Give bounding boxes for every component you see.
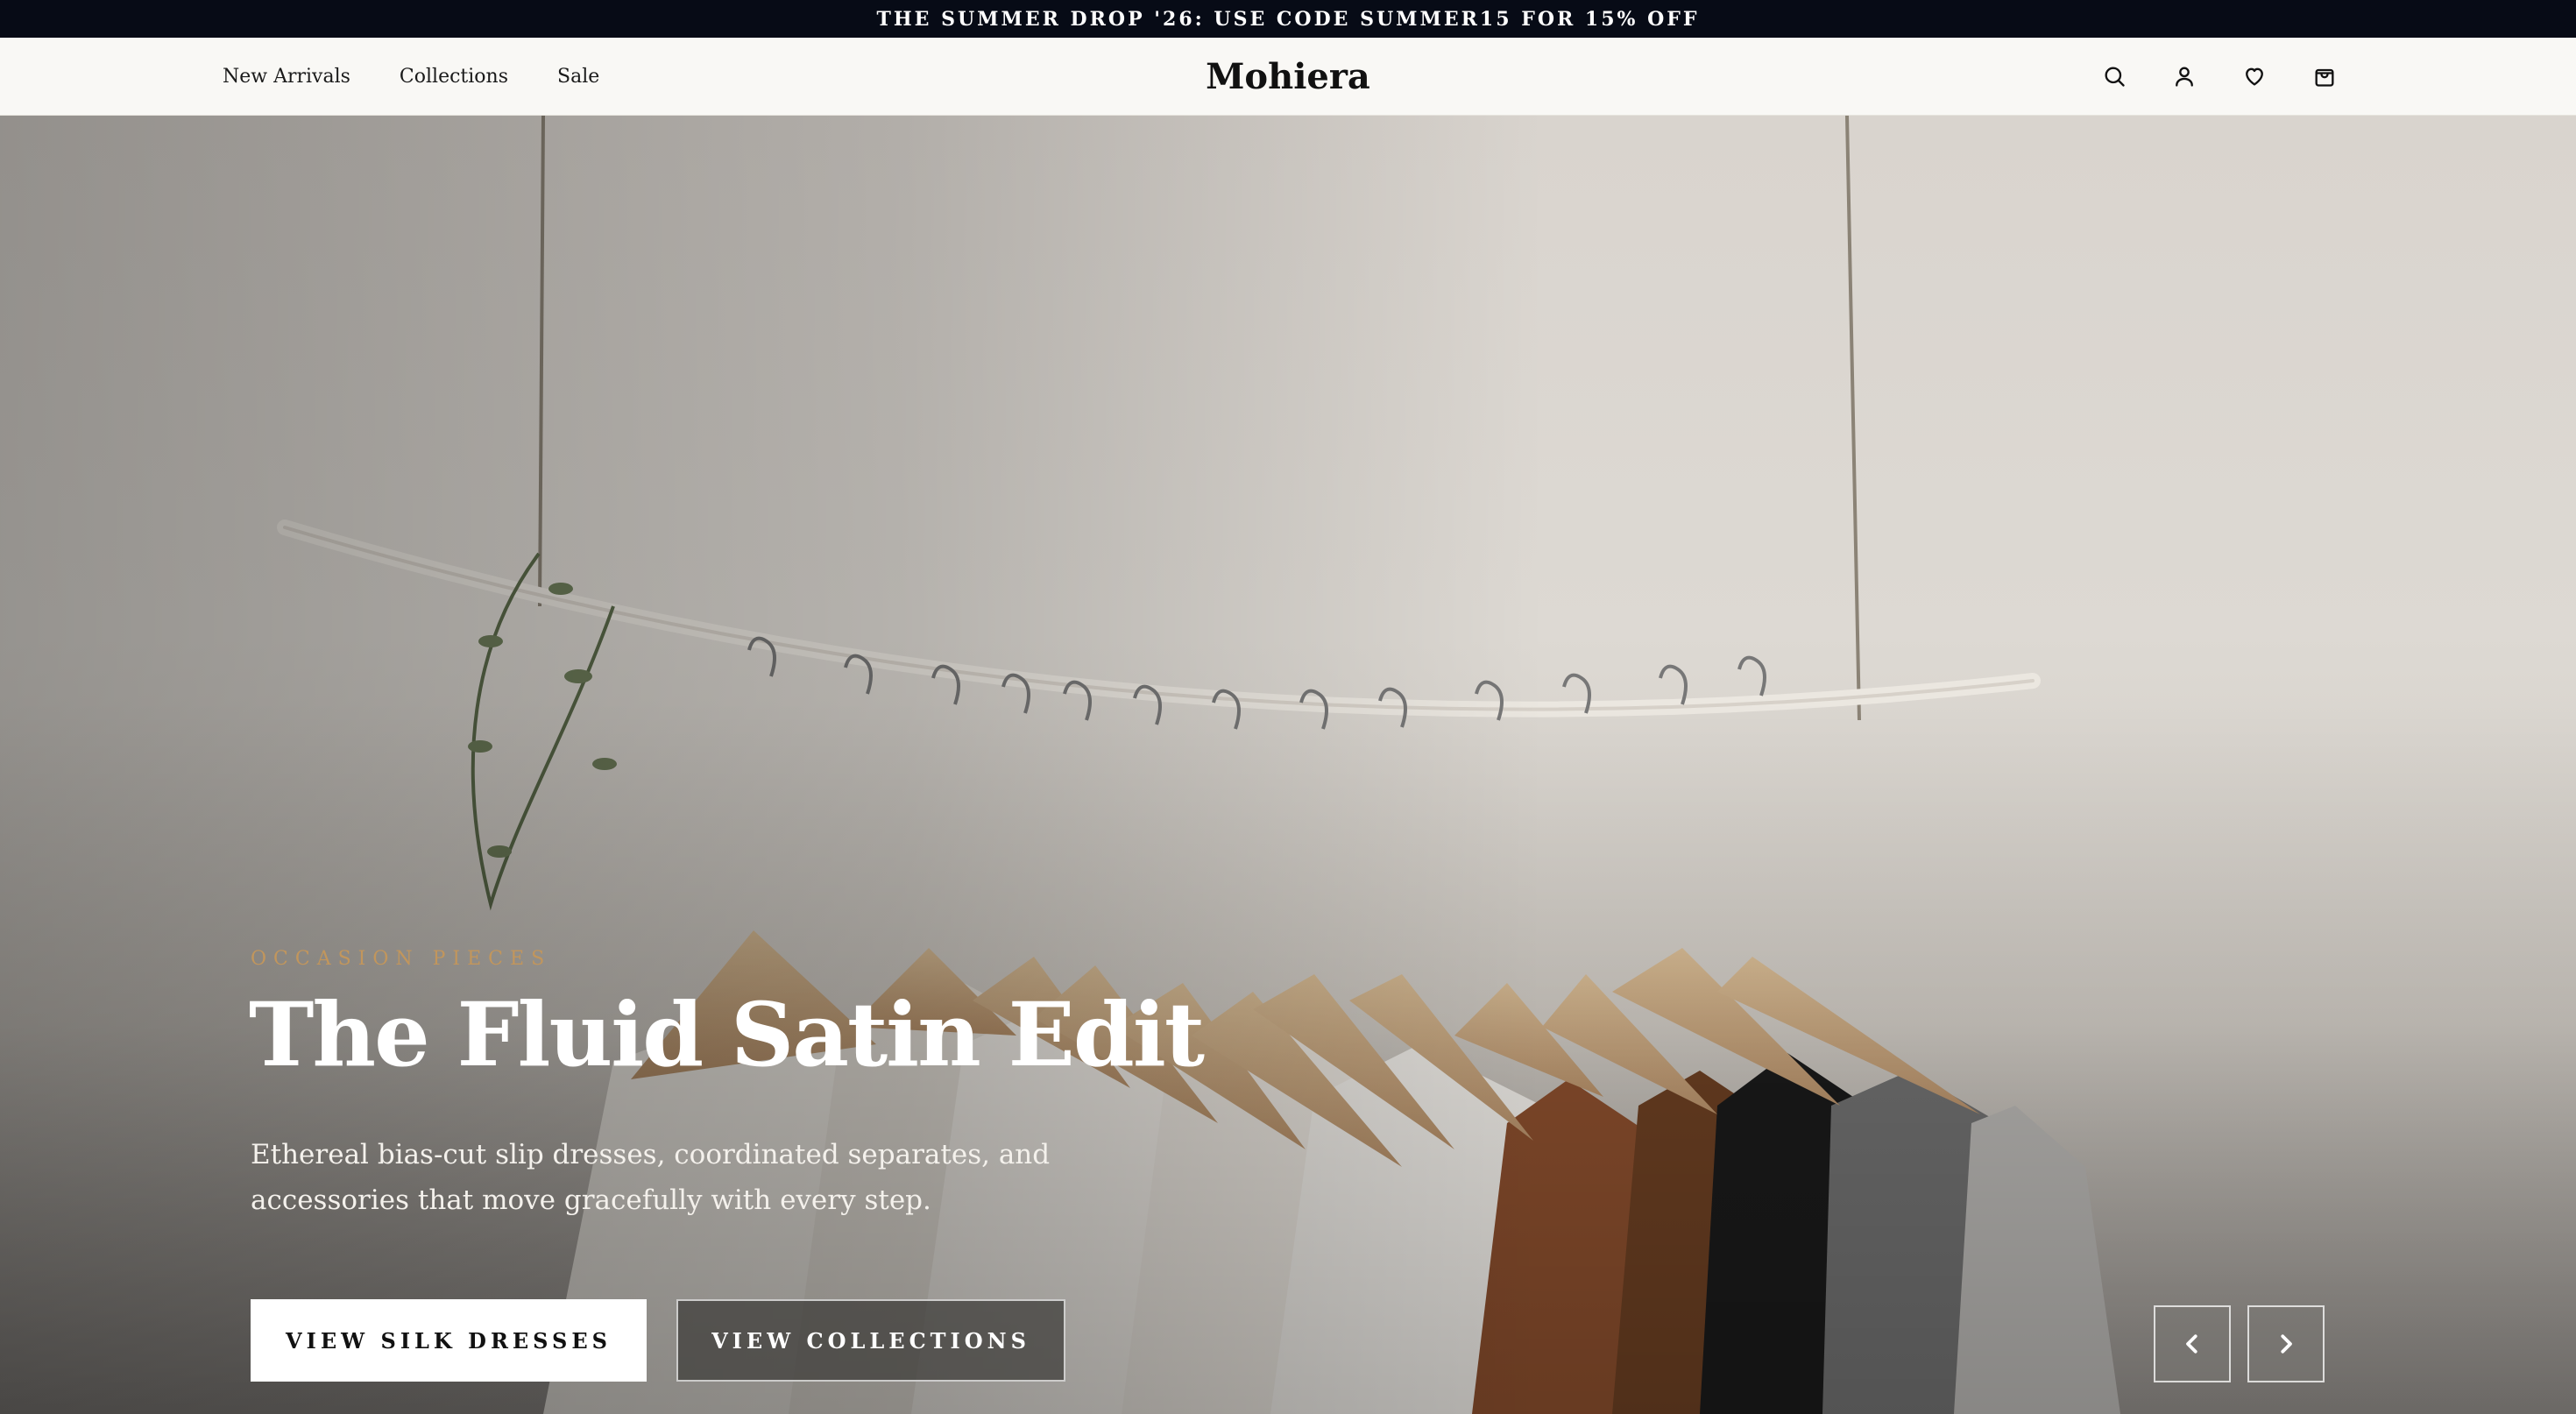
chevron-left-icon — [2186, 1334, 2197, 1354]
carousel-prev-button[interactable] — [2154, 1305, 2231, 1382]
hero-subtitle: Ethereal bias-cut slip dresses, coordina… — [251, 1139, 1051, 1216]
nav-new-arrivals[interactable]: New Arrivals — [223, 66, 350, 88]
brand-logo[interactable]: Mohiera — [1206, 56, 1370, 97]
main-nav: New Arrivals Collections Sale — [223, 38, 599, 115]
view-silk-dresses-button[interactable]: VIEW SILK DRESSES — [251, 1299, 647, 1382]
header-icons — [2098, 38, 2341, 115]
hero-eyebrow: OCCASION PIECES — [251, 948, 552, 970]
carousel-next-button[interactable] — [2247, 1305, 2325, 1382]
hero-banner: OCCASION PIECES The Fluid Satin Edit Eth… — [0, 116, 2576, 1414]
wishlist-icon[interactable] — [2238, 60, 2271, 93]
site-header: New Arrivals Collections Sale Mohiera — [0, 38, 2576, 116]
hero-title: The Fluid Satin Edit — [249, 983, 1205, 1086]
announcement-text: THE SUMMER DROP '26: USE CODE SUMMER15 F… — [876, 7, 1700, 31]
view-collections-button[interactable]: VIEW COLLECTIONS — [676, 1299, 1065, 1382]
search-icon[interactable] — [2098, 60, 2131, 93]
announcement-bar: THE SUMMER DROP '26: USE CODE SUMMER15 F… — [0, 0, 2576, 38]
account-icon[interactable] — [2168, 60, 2201, 93]
chevron-right-icon — [2281, 1334, 2292, 1354]
nav-sale[interactable]: Sale — [557, 66, 599, 88]
cart-icon[interactable] — [2308, 60, 2341, 93]
nav-collections[interactable]: Collections — [400, 66, 508, 88]
